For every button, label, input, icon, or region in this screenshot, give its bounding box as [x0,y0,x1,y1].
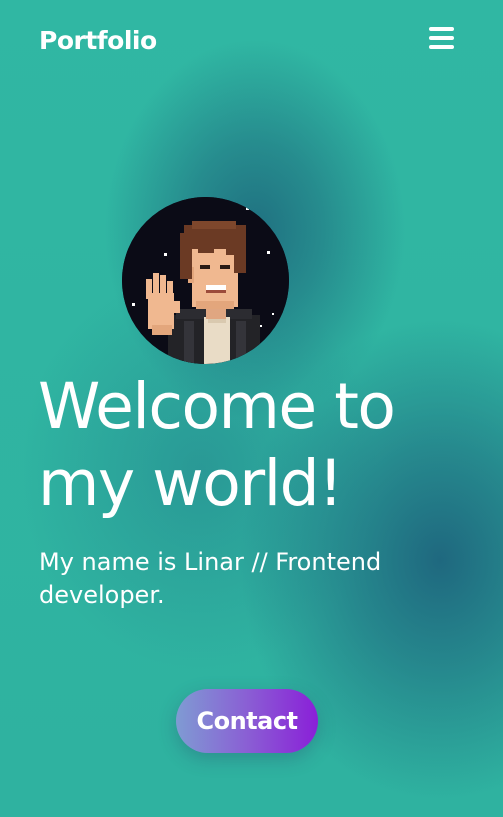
hero-title-line-2: my world! [38,447,343,520]
menu-bar-top [429,27,454,31]
hamburger-menu-icon[interactable] [424,24,458,54]
site-logo[interactable]: Portfolio [39,26,157,55]
site-header: Portfolio [0,0,503,84]
pixel-avatar-icon [122,197,289,364]
menu-bar-bottom [429,45,454,49]
menu-bar-middle [429,36,454,40]
avatar [122,197,289,364]
hero-title: Welcome to my world! [38,368,458,522]
hero-subtitle: My name is Linar // Frontend developer. [39,548,382,609]
contact-button[interactable]: Contact [176,689,318,753]
hero-title-line-1: Welcome to [38,370,396,443]
